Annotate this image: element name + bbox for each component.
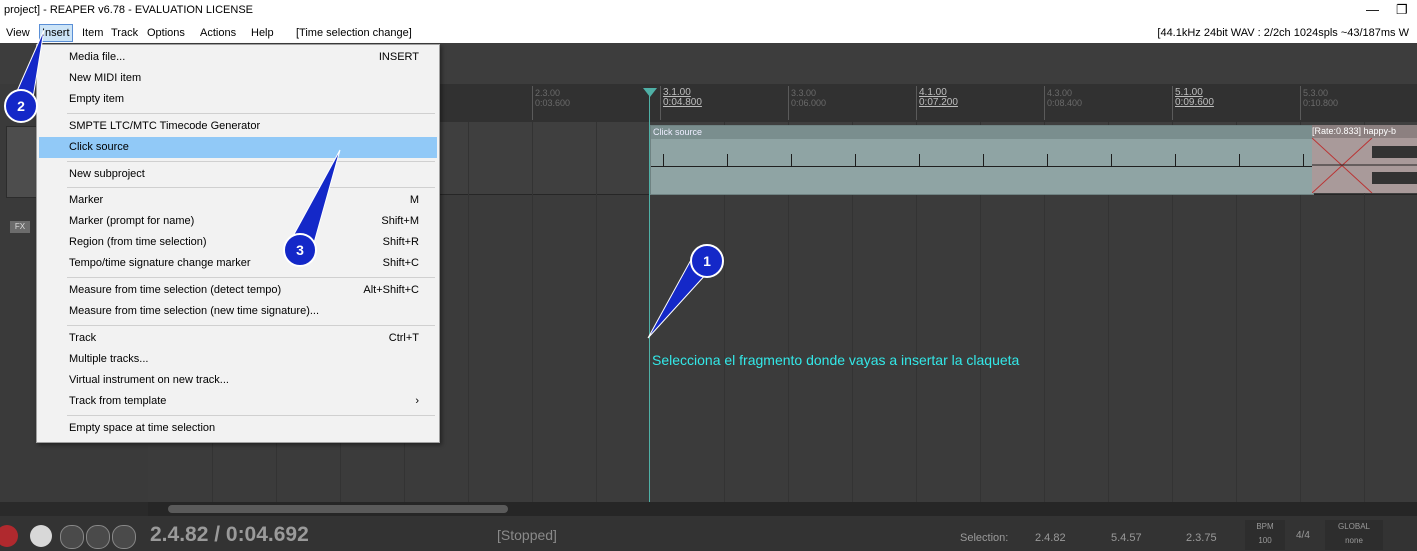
menu-entry-region[interactable]: Region (from time selection) Shift+R	[39, 232, 437, 253]
grid-line	[532, 122, 533, 502]
menu-options[interactable]: Options	[145, 25, 187, 41]
time-signature[interactable]: 4/4	[1296, 530, 1310, 541]
ruler-tick	[1044, 86, 1045, 120]
edit-cursor	[649, 92, 650, 502]
last-action-label: [Time selection change]	[296, 27, 412, 39]
menu-entry-tempo-marker[interactable]: Tempo/time signature change marker Shift+…	[39, 253, 437, 274]
scrollbar-thumb[interactable]	[168, 505, 508, 513]
item-name: Click source	[651, 126, 1315, 139]
global-value: none	[1345, 536, 1363, 545]
ruler-label: 4.1.00 0:07.200	[919, 87, 958, 108]
click-marker	[855, 154, 856, 167]
instruction-caption: Selecciona el fragmento donde vayas a in…	[652, 352, 1020, 368]
pause-button[interactable]	[112, 525, 136, 549]
click-marker	[983, 154, 984, 167]
menu-entry-marker[interactable]: Marker M	[39, 190, 437, 211]
menu-entry-smpte-generator[interactable]: SMPTE LTC/MTC Timecode Generator	[39, 116, 437, 137]
click-source-item[interactable]: Click source	[650, 125, 1315, 195]
menu-entry-virtual-instrument[interactable]: Virtual instrument on new track...	[39, 370, 437, 391]
crossfade-waveform	[1312, 138, 1417, 193]
menu-bar: View Insert Item Track Options Actions H…	[0, 24, 1417, 43]
ruler-tick	[916, 86, 917, 120]
ruler-label: 5.1.00 0:09.600	[1175, 87, 1214, 108]
edit-cursor-head[interactable]	[643, 88, 657, 97]
menu-entry-empty-space[interactable]: Empty space at time selection	[39, 418, 437, 439]
click-marker	[1111, 154, 1112, 167]
menu-view[interactable]: View	[4, 25, 32, 41]
selection-start[interactable]: 2.4.82	[1035, 532, 1066, 544]
minimize-button[interactable]: —	[1366, 2, 1379, 17]
menu-entry-empty-item[interactable]: Empty item	[39, 89, 437, 110]
ruler-label: 4.3.00 0:08.400	[1047, 88, 1083, 108]
bpm-value: 100	[1258, 536, 1272, 545]
menu-separator	[67, 161, 435, 162]
window-title: project] - REAPER v6.78 - EVALUATION LIC…	[4, 4, 254, 16]
audio-status: [44.1kHz 24bit WAV : 2/2ch 1024spls ~43/…	[1157, 27, 1409, 39]
menu-separator	[67, 277, 435, 278]
fx-button[interactable]: FX	[10, 221, 30, 233]
menu-item[interactable]: Item	[80, 25, 105, 41]
step-badge-1: 1	[690, 244, 724, 278]
menu-entry-measure-new-signature[interactable]: Measure from time selection (new time si…	[39, 301, 437, 322]
menu-track[interactable]: Track	[109, 25, 140, 41]
menu-entry-multiple-tracks[interactable]: Multiple tracks...	[39, 349, 437, 370]
ruler-tick	[1172, 86, 1173, 120]
play-state: [Stopped]	[497, 527, 557, 543]
ruler-label: 2.3.00 0:03.600	[535, 88, 571, 108]
grid-line	[468, 122, 469, 502]
selection-label: Selection:	[960, 532, 1009, 544]
ruler-label: 3.1.00 0:04.800	[663, 87, 702, 108]
click-marker	[1175, 154, 1176, 167]
ruler-label: 3.3.00 0:06.000	[791, 88, 827, 108]
menu-entry-click-source[interactable]: Click source	[39, 137, 437, 158]
menu-separator	[67, 325, 435, 326]
menu-entry-track[interactable]: Track Ctrl+T	[39, 328, 437, 349]
repeat-button[interactable]	[60, 525, 84, 549]
stop-button[interactable]	[86, 525, 110, 549]
menu-separator	[67, 113, 435, 114]
title-bar: project] - REAPER v6.78 - EVALUATION LIC…	[0, 0, 1417, 24]
audio-item-name: [Rate:0.833] happy-b	[1312, 125, 1417, 138]
restore-button[interactable]: ❐	[1396, 2, 1408, 18]
grid-line	[596, 122, 597, 502]
horizontal-scrollbar[interactable]	[148, 502, 1417, 516]
bpm-box[interactable]: BPM 100	[1245, 520, 1285, 550]
menu-separator	[67, 415, 435, 416]
click-marker	[919, 154, 920, 167]
global-label: GLOBAL	[1337, 522, 1370, 531]
menu-separator	[67, 187, 435, 188]
insert-menu: Media file... INSERT New MIDI item Empty …	[36, 44, 440, 443]
click-marker	[791, 154, 792, 167]
ruler-tick	[1300, 86, 1301, 120]
click-marker	[1303, 154, 1304, 167]
step-badge-3: 3	[283, 233, 317, 267]
waveform-centerline	[651, 166, 1313, 167]
menu-entry-track-from-template[interactable]: Track from template ›	[39, 391, 437, 412]
ruler-tick	[660, 86, 661, 120]
click-marker	[727, 154, 728, 167]
click-marker	[663, 154, 664, 167]
menu-entry-media-file[interactable]: Media file... INSERT	[39, 47, 437, 68]
bpm-label: BPM	[1256, 522, 1274, 531]
menu-entry-measure-detect-tempo[interactable]: Measure from time selection (detect temp…	[39, 280, 437, 301]
ruler-tick	[532, 86, 533, 120]
selection-length[interactable]: 2.3.75	[1186, 532, 1217, 544]
menu-help[interactable]: Help	[249, 25, 276, 41]
audio-item[interactable]: [Rate:0.833] happy-b	[1312, 125, 1417, 193]
step-badge-2: 2	[4, 89, 38, 123]
menu-entry-new-subproject[interactable]: New subproject	[39, 164, 437, 185]
menu-entry-marker-prompt[interactable]: Marker (prompt for name) Shift+M	[39, 211, 437, 232]
ruler-label: 5.3.00 0:10.800	[1303, 88, 1339, 108]
click-marker	[1047, 154, 1048, 167]
play-button[interactable]	[30, 525, 52, 547]
menu-entry-new-midi-item[interactable]: New MIDI item	[39, 68, 437, 89]
ruler-tick	[788, 86, 789, 120]
selection-end[interactable]: 5.4.57	[1111, 532, 1142, 544]
play-position: 2.4.82 / 0:04.692	[150, 523, 309, 546]
menu-actions[interactable]: Actions	[198, 25, 238, 41]
global-automation[interactable]: GLOBAL none	[1325, 520, 1383, 550]
menu-insert[interactable]: Insert	[39, 24, 73, 42]
click-marker	[1239, 154, 1240, 167]
